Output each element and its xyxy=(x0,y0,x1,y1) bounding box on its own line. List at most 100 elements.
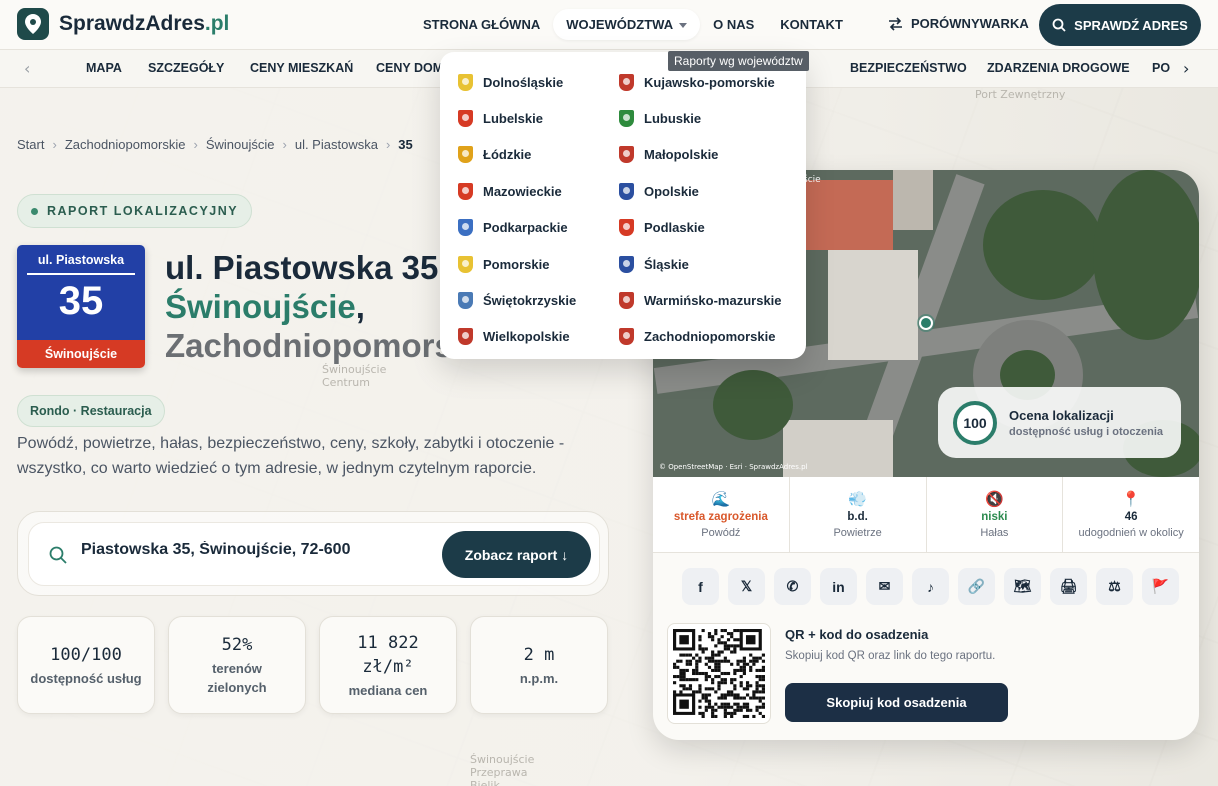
chevron-down-icon xyxy=(679,23,688,29)
nav-voivodeships[interactable]: WOJEWÓDZTWA xyxy=(553,9,701,40)
dropdown-item[interactable]: Lubuskie xyxy=(619,100,799,136)
stat-green: 52% terenów zielonych xyxy=(168,616,306,714)
tiktok-icon[interactable]: ♪ xyxy=(912,568,949,605)
dropdown-item[interactable]: Mazowieckie xyxy=(458,173,619,209)
location-marker[interactable] xyxy=(919,316,933,330)
link-icon[interactable]: 🔗 xyxy=(958,568,995,605)
qr-code xyxy=(667,623,771,724)
dropdown-item[interactable]: Warmińsko-mazurskie xyxy=(619,282,799,318)
compare-icon[interactable]: ⚖ xyxy=(1096,568,1133,605)
dropdown-item[interactable]: Podkarpackie xyxy=(458,210,619,246)
dropdown-item[interactable]: Małopolskie xyxy=(619,137,799,173)
sign-street: ul. Piastowska xyxy=(37,253,125,267)
coat-of-arms-icon xyxy=(458,292,473,310)
dropdown-item[interactable]: Świętokrzyskie xyxy=(458,282,619,318)
page-title: ul. Piastowska 35 Świnoujście, Zachodnio… xyxy=(165,248,455,365)
coat-of-arms-icon xyxy=(458,255,473,273)
dropdown-item[interactable]: Śląskie xyxy=(619,246,799,282)
whatsapp-icon[interactable]: ✆ xyxy=(774,568,811,605)
x-icon[interactable]: 𝕏 xyxy=(728,568,765,605)
search-icon xyxy=(1052,18,1066,32)
qr-subtitle: Skopiuj kod QR oraz link do tego raportu… xyxy=(785,650,996,662)
coat-of-arms-icon xyxy=(619,73,634,91)
view-report-button[interactable]: Zobacz raport ↓ xyxy=(442,531,591,578)
stat-price: 11 822 zł/m² mediana cen xyxy=(319,616,457,714)
coat-of-arms-icon xyxy=(619,255,634,273)
share-bar: f 𝕏 ✆ in ✉ ♪ 🔗 🗺 🖨 ⚖ 🚩 xyxy=(682,568,1179,605)
chevron-left-icon[interactable]: ‹ xyxy=(24,59,30,78)
breadcrumb-city[interactable]: Świnoujście xyxy=(206,137,275,152)
map-label: Port Zewnętrzny xyxy=(975,88,1066,101)
breadcrumb-street[interactable]: ul. Piastowska xyxy=(295,137,378,152)
nav-contact[interactable]: KONTAKT xyxy=(767,9,856,40)
chevron-right-icon[interactable]: › xyxy=(1183,59,1189,78)
voivodeship-dropdown: Dolnośląskie Kujawsko-pomorskie Lubelskie L… xyxy=(440,52,806,359)
copy-embed-button[interactable]: Skopiuj kod osadzenia xyxy=(785,683,1008,722)
qr-title: QR + kod do osadzenia xyxy=(785,627,929,642)
dropdown-item[interactable]: Opolskie xyxy=(619,173,799,209)
facebook-icon[interactable]: f xyxy=(682,568,719,605)
risk-metrics: 🌊 strefa zagrożenia Powódź 💨 b.d. Powietrze 🔇 n… xyxy=(653,477,1199,553)
dropdown-item[interactable]: Wielkopolskie xyxy=(458,319,619,355)
sign-number: 35 xyxy=(58,279,104,323)
metric-icon: 📍 xyxy=(1121,490,1141,508)
stat-elevation: 2 m n.p.m. xyxy=(470,616,608,714)
subnav-more[interactable]: PO xyxy=(1152,61,1170,75)
logo-text: SprawdzAdres.pl xyxy=(59,12,230,35)
metric-1: 💨 b.d. Powietrze xyxy=(790,477,927,552)
chevron-right-icon: › xyxy=(52,137,57,152)
check-address-button[interactable]: SPRAWDŹ ADRES xyxy=(1039,4,1201,46)
dropdown-item[interactable]: Podlaskie xyxy=(619,210,799,246)
breadcrumb-current: 35 xyxy=(398,137,413,152)
subnav-flat-prices[interactable]: CENY MIESZKAŃ xyxy=(250,61,353,75)
subnav-safety[interactable]: BEZPIECZEŃSTWO xyxy=(850,61,967,75)
dot-icon xyxy=(31,207,38,215)
linkedin-icon[interactable]: in xyxy=(820,568,857,605)
nav-home[interactable]: STRONA GŁÓWNA xyxy=(410,9,553,40)
logo[interactable]: SprawdzAdres.pl xyxy=(17,8,229,40)
map-icon[interactable]: 🗺 xyxy=(1004,568,1041,605)
dropdown-item[interactable]: Zachodniopomorskie xyxy=(619,319,799,355)
location-pin-icon xyxy=(17,8,49,40)
main-nav: STRONA GŁÓWNA WOJEWÓDZTWA O NAS KONTAKT xyxy=(410,9,856,40)
report-badge: RAPORT LOKALIZACYJNY xyxy=(17,194,253,228)
address-input[interactable] xyxy=(81,541,431,559)
coat-of-arms-icon xyxy=(458,73,473,91)
breadcrumb-start[interactable]: Start xyxy=(17,137,44,152)
metric-icon: 🔇 xyxy=(985,490,1004,508)
metric-3: 📍 46 udogodnień w okolicy xyxy=(1078,490,1184,539)
breadcrumb: Start › Zachodniopomorskie › Świnoujście › … xyxy=(17,137,413,152)
chevron-right-icon: › xyxy=(385,137,391,152)
chevron-right-icon: › xyxy=(193,137,198,152)
subnav-house-prices[interactable]: CENY DOM xyxy=(376,61,443,75)
coat-of-arms-icon xyxy=(619,146,634,164)
location-score: 100 Ocena lokalizacji dostępność usług i… xyxy=(938,387,1181,458)
dropdown-item[interactable]: Lubelskie xyxy=(458,100,619,136)
dropdown-item[interactable]: Pomorskie xyxy=(458,246,619,282)
search-box: Zobacz raport ↓ xyxy=(28,522,600,586)
metric-icon: 💨 xyxy=(848,490,867,508)
subnav-map[interactable]: MAPA xyxy=(86,61,122,75)
coat-of-arms-icon xyxy=(619,328,634,346)
coat-of-arms-icon xyxy=(619,292,634,310)
tooltip: Raporty wg województw xyxy=(668,51,809,71)
coat-of-arms-icon xyxy=(619,110,634,128)
compare-link[interactable]: PORÓWNYWARKA xyxy=(888,16,1029,31)
print-icon[interactable]: 🖨 xyxy=(1050,568,1087,605)
breadcrumb-voivodeship[interactable]: Zachodniopomorskie xyxy=(65,137,186,152)
title-address: ul. Piastowska 35 xyxy=(165,249,439,286)
location-tag: Rondo · Restauracja xyxy=(17,395,165,427)
coat-of-arms-icon xyxy=(458,182,473,200)
subnav-details[interactable]: SZCZEGÓŁY xyxy=(148,61,224,75)
coat-of-arms-icon xyxy=(619,219,634,237)
street-sign: ul. Piastowska 35 Świnoujście xyxy=(17,245,145,368)
email-icon[interactable]: ✉ xyxy=(866,568,903,605)
dropdown-item[interactable]: Dolnośląskie xyxy=(458,64,619,100)
sign-city: Świnoujście xyxy=(17,340,145,368)
top-header: SprawdzAdres.pl STRONA GŁÓWNA WOJEWÓDZTW… xyxy=(0,0,1218,50)
flag-icon[interactable]: 🚩 xyxy=(1142,568,1179,605)
coat-of-arms-icon xyxy=(458,146,473,164)
subnav-road-incidents[interactable]: ZDARZENIA DROGOWE xyxy=(987,61,1130,75)
dropdown-item[interactable]: Łódzkie xyxy=(458,137,619,173)
nav-about[interactable]: O NAS xyxy=(700,9,767,40)
